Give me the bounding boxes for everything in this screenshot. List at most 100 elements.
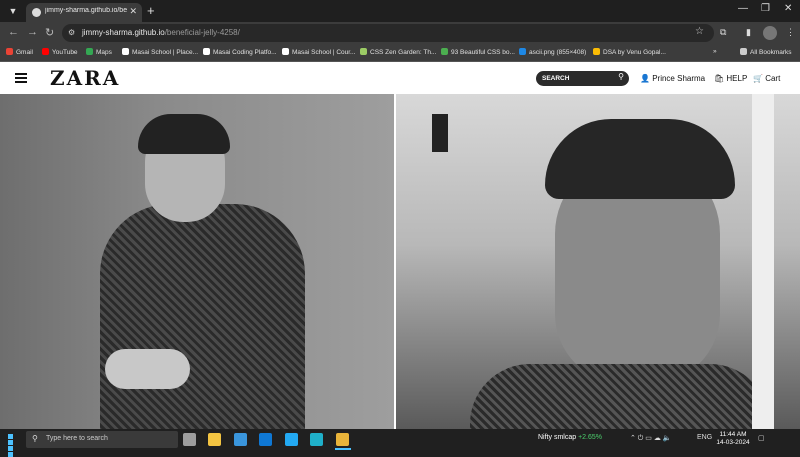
edge-icon[interactable] [310, 433, 323, 446]
hamburger-menu-icon[interactable] [15, 73, 27, 83]
url-domain: jimmy-sharma.github.io [82, 28, 165, 37]
restore-icon[interactable]: ❐ [761, 3, 770, 14]
search-input[interactable] [542, 73, 612, 84]
time: 11:44 AM [719, 431, 747, 438]
bookmark-label: ascii.png (855×408) [529, 49, 587, 56]
menu-kebab-icon[interactable]: ⋮ [786, 27, 795, 38]
bookmark-label: Masai School | Cour... [292, 49, 356, 56]
bookmark-item[interactable]: Gmail [6, 48, 33, 56]
taskbar-search-placeholder: Type here to search [46, 435, 108, 442]
back-icon[interactable]: ← [8, 26, 19, 38]
language-indicator[interactable]: ENG [697, 434, 712, 441]
url-path: /beneficial-jelly-4258/ [164, 28, 240, 37]
taskbar-search[interactable]: ⚲ Type here to search [26, 431, 178, 448]
bookmark-item[interactable]: 93 Beautiful CSS bo... [441, 48, 515, 56]
user-name: Prince Sharma [652, 74, 706, 83]
bookmark-item[interactable]: YouTube [42, 48, 78, 56]
stock-widget[interactable]: Nifty smlcap +2.65% [538, 434, 602, 441]
new-tab-button[interactable]: + [147, 3, 155, 18]
bookmark-favicon-icon [441, 48, 448, 55]
bookmark-item[interactable]: Masai School | Cour... [282, 48, 355, 56]
bookmark-favicon-icon [122, 48, 129, 55]
tab-title: jimmy-sharma.github.io/benefi [45, 7, 127, 14]
cart-link[interactable]: 🛒 Cart [753, 74, 780, 83]
browser-tab[interactable]: jimmy-sharma.github.io/benefi ✕ [26, 3, 142, 22]
tab-search-icon[interactable]: ▼ [6, 4, 20, 18]
address-bar-row: ← → ↻ ⚙ jimmy-sharma.github.io/beneficia… [0, 22, 800, 44]
hero-banner [0, 94, 800, 429]
bag-icon: 🛍 [714, 74, 725, 83]
model-hand-shape [105, 349, 190, 389]
mail-icon[interactable] [259, 433, 272, 446]
bookmark-item[interactable]: Masai Coding Platfo... [203, 48, 277, 56]
chrome-icon[interactable] [336, 433, 349, 446]
help-label: HELP [726, 74, 748, 83]
user-icon: 👤 [640, 74, 650, 83]
minimize-icon[interactable]: — [738, 3, 748, 14]
reload-icon[interactable]: ↻ [45, 26, 54, 39]
bookmark-label: 93 Beautiful CSS bo... [451, 49, 515, 56]
bookmark-label: Gmail [16, 49, 33, 56]
coat-shape [470, 364, 770, 429]
bookmark-favicon-icon [86, 48, 93, 55]
search-icon[interactable]: ⚲ [618, 72, 624, 81]
url-bar[interactable]: ⚙ jimmy-sharma.github.io/beneficial-jell… [62, 24, 714, 42]
side-panel-icon[interactable]: ▮ [746, 27, 751, 38]
pole-shape [752, 94, 774, 429]
bookmark-favicon-icon [42, 48, 49, 55]
model-hair-shape [545, 119, 735, 199]
favicon-icon [32, 8, 41, 17]
bookmark-item[interactable]: CSS Zen Garden: Th... [360, 48, 436, 56]
search-icon: ⚲ [32, 434, 38, 443]
close-tab-icon[interactable]: ✕ [129, 6, 137, 17]
account-link[interactable]: 👤 Prince Sharma [640, 74, 705, 83]
bookmark-item[interactable]: DSA by Venu Gopal... [593, 48, 666, 56]
bookmark-label: DSA by Venu Gopal... [603, 49, 666, 56]
help-link[interactable]: 🛍 HELP [714, 74, 747, 83]
bookmark-item[interactable]: ascii.png (855×408) [519, 48, 586, 56]
site-info-icon[interactable]: ⚙ [68, 28, 75, 37]
close-window-icon[interactable]: ✕ [784, 3, 792, 14]
bookmark-label: Masai Coding Platfo... [213, 49, 277, 56]
notifications-icon[interactable]: ▢ [758, 434, 765, 442]
browser-tab-strip: ▼ jimmy-sharma.github.io/benefi ✕ + — ❐ … [0, 0, 800, 22]
bookmark-favicon-icon [519, 48, 526, 55]
bookmark-item[interactable]: Maps [86, 48, 112, 56]
store-icon[interactable] [234, 433, 247, 446]
bookmark-favicon-icon [6, 48, 13, 55]
date: 14-03-2024 [716, 439, 750, 446]
bookmarks-bar: » All Bookmarks Gmail YouTube Maps Masai Sc… [0, 44, 800, 62]
vscode-icon[interactable] [285, 433, 298, 446]
system-tray-icons[interactable]: ⌃ ⏻ ▭ ☁ 🔈 [630, 434, 672, 443]
file-explorer-icon[interactable] [208, 433, 221, 446]
bookmark-item[interactable]: Masai School | Place... [122, 48, 198, 56]
hero-image-right[interactable] [396, 94, 800, 429]
cart-icon: 🛒 [753, 74, 763, 83]
zara-logo[interactable]: ZARA [50, 66, 120, 90]
coat-shape [100, 204, 305, 429]
clock[interactable]: 11:44 AM 14-03-2024 [716, 431, 750, 447]
bookmark-label: YouTube [52, 49, 78, 56]
stock-change: +2.65% [578, 434, 603, 441]
task-view-icon[interactable] [183, 433, 196, 446]
windows-start-icon[interactable] [8, 434, 19, 457]
cart-label: Cart [765, 74, 781, 83]
extensions-icon[interactable]: ⧉ [720, 27, 726, 38]
bookmark-favicon-icon [360, 48, 367, 55]
bookmarks-overflow-icon[interactable]: » [713, 48, 717, 55]
bookmark-star-icon[interactable]: ☆ [695, 26, 704, 37]
bookmark-favicon-icon [593, 48, 600, 55]
bookmark-favicon-icon [203, 48, 210, 55]
search-box[interactable]: ⚲ [536, 71, 629, 86]
bookmark-favicon-icon [282, 48, 289, 55]
site-header: ZARA ⚲ 👤 Prince Sharma 🛍 HELP 🛒 Cart [0, 62, 800, 94]
url-text: jimmy-sharma.github.io/beneficial-jelly-… [82, 28, 240, 37]
bookmark-label: Maps [96, 49, 112, 56]
all-bookmarks-label: All Bookmarks [750, 49, 792, 56]
all-bookmarks-folder[interactable]: All Bookmarks [740, 48, 792, 56]
forward-icon[interactable]: → [27, 26, 38, 38]
profile-avatar[interactable] [763, 26, 777, 40]
traffic-light-shape [432, 114, 448, 152]
hero-image-left[interactable] [0, 94, 394, 429]
bookmark-label: Masai School | Place... [132, 49, 198, 56]
